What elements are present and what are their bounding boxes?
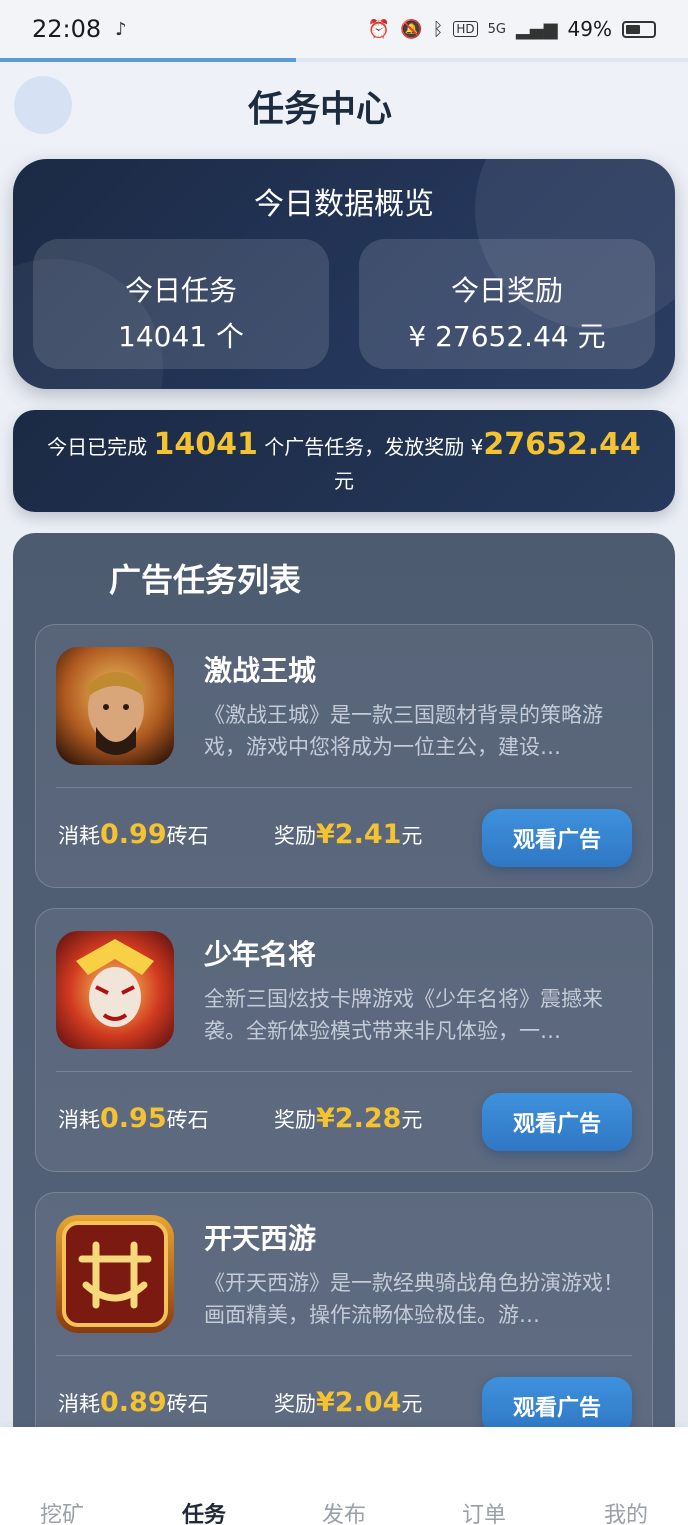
reward-unit: 元 (401, 1108, 423, 1132)
cost-label: 消耗 (58, 1108, 100, 1132)
task-cost: 消耗0.95砖石 (58, 1103, 209, 1134)
task-card[interactable]: 少年名将 全新三国炫技卡牌游戏《少年名将》震撼来袭。全新体验模式带来非凡体验，一… (35, 908, 653, 1172)
mute-icon: 🔕 (400, 18, 423, 40)
today-reward-box: 今日奖励 ¥ 27652.44 元 (359, 239, 655, 369)
task-name: 少年名将 (204, 938, 317, 971)
nav-item-tasks[interactable]: 任务 (182, 1497, 226, 1525)
task-desc: 《开天西游》是一款经典骑战角色扮演游戏！画面精美，操作流畅体验极佳。游… (204, 1271, 624, 1327)
cost-unit: 砖石 (166, 1392, 209, 1416)
banner-count: 14041 (153, 427, 258, 462)
alarm-icon: ⏰ (367, 18, 391, 40)
nav-item-publish[interactable]: 发布 (322, 1497, 366, 1525)
task-reward: 奖励¥2.41元 (274, 819, 422, 850)
banner-middle: 个广告任务，发放奖励 (264, 435, 465, 459)
banner-amount: 27652.44 (483, 427, 641, 462)
cost-unit: 砖石 (166, 824, 209, 848)
task-desc: 全新三国炫技卡牌游戏《少年名将》震撼来袭。全新体验模式带来非凡体验，一… (204, 987, 603, 1043)
task-card[interactable]: 激战王城 《激战王城》是一款三国题材背景的策略游戏，游戏中您将成为一位主公，建设… (35, 624, 653, 888)
reward-value: ¥2.04 (316, 1387, 402, 1418)
reward-label: 奖励 (274, 1392, 316, 1416)
today-tasks-box: 今日任务 14041 个 (33, 239, 329, 369)
task-reward: 奖励¥2.04元 (274, 1387, 422, 1418)
nav-item-orders[interactable]: 订单 (462, 1497, 506, 1525)
game-icon-kaitianxiyou (56, 1215, 174, 1333)
banner-currency: ¥ (470, 435, 484, 459)
tiktok-icon: ♪ (115, 18, 127, 40)
watch-ad-button[interactable]: 观看广告 (482, 809, 632, 867)
game-icon-shaonianmingjiang (56, 931, 174, 1049)
reward-label: 奖励 (274, 1108, 316, 1132)
today-reward-value: ¥ 27652.44 元 (408, 320, 606, 353)
overview-card: 今日数据概览 今日任务 14041 个 今日奖励 ¥ 27652.44 元 (13, 159, 675, 389)
banner-prefix: 今日已完成 (47, 435, 148, 459)
task-card[interactable]: 开天西游 《开天西游》是一款经典骑战角色扮演游戏！画面精美，操作流畅体验极佳。游… (35, 1192, 653, 1456)
divider (56, 1355, 632, 1356)
network-icon: 5G (487, 21, 507, 37)
game-icon-jizhanwangcheng (56, 647, 174, 765)
bottom-nav: 挖矿 任务 发布 订单 我的 (0, 1427, 688, 1525)
battery-icon (622, 20, 656, 38)
cost-label: 消耗 (58, 1392, 100, 1416)
cost-value: 0.99 (100, 819, 167, 850)
nav-item-mine[interactable]: 我的 (604, 1497, 648, 1525)
today-tasks-label: 今日任务 (124, 274, 237, 307)
status-time: 22:08 (32, 15, 102, 43)
battery-percent: 49% (567, 17, 612, 41)
task-name: 激战王城 (204, 654, 317, 687)
page-title: 任务中心 (247, 89, 392, 130)
hd-icon: HD (453, 21, 478, 37)
completed-banner: 今日已完成 14041 个广告任务，发放奖励 ¥27652.44 元 (13, 410, 675, 512)
nav-item-mining[interactable]: 挖矿 (40, 1497, 84, 1525)
reward-label: 奖励 (274, 824, 316, 848)
cost-label: 消耗 (58, 824, 100, 848)
ad-task-list: 广告任务列表 激战王城 《激战王城》是一款三国题材背景的策略游戏，游戏中您将成为… (13, 533, 675, 1493)
divider (56, 787, 632, 788)
list-title: 广告任务列表 (109, 561, 302, 599)
task-cost: 消耗0.89砖石 (58, 1387, 209, 1418)
reward-value: ¥2.28 (316, 1103, 402, 1134)
task-desc: 《激战王城》是一款三国题材背景的策略游戏，游戏中您将成为一位主公，建设… (204, 703, 603, 759)
reward-value: ¥2.41 (316, 819, 402, 850)
divider (56, 1071, 632, 1072)
overview-title: 今日数据概览 (254, 187, 434, 222)
banner-suffix: 元 (334, 469, 354, 493)
watch-ad-button[interactable]: 观看广告 (482, 1093, 632, 1151)
reward-unit: 元 (401, 824, 423, 848)
task-reward: 奖励¥2.28元 (274, 1103, 422, 1134)
cost-unit: 砖石 (166, 1108, 209, 1132)
cost-value: 0.95 (100, 1103, 167, 1134)
task-name: 开天西游 (204, 1222, 317, 1255)
bluetooth-icon: ᛒ (432, 18, 444, 40)
signal-icon: ▂▄▆ (516, 18, 558, 40)
status-bar: 22:08 ♪ ⏰ 🔕 ᛒ HD 5G ▂▄▆ 49% (0, 0, 688, 58)
today-tasks-value: 14041 个 (118, 320, 244, 353)
cost-value: 0.89 (100, 1387, 167, 1418)
reward-unit: 元 (401, 1392, 423, 1416)
today-reward-label: 今日奖励 (450, 274, 563, 307)
task-cost: 消耗0.99砖石 (58, 819, 209, 850)
